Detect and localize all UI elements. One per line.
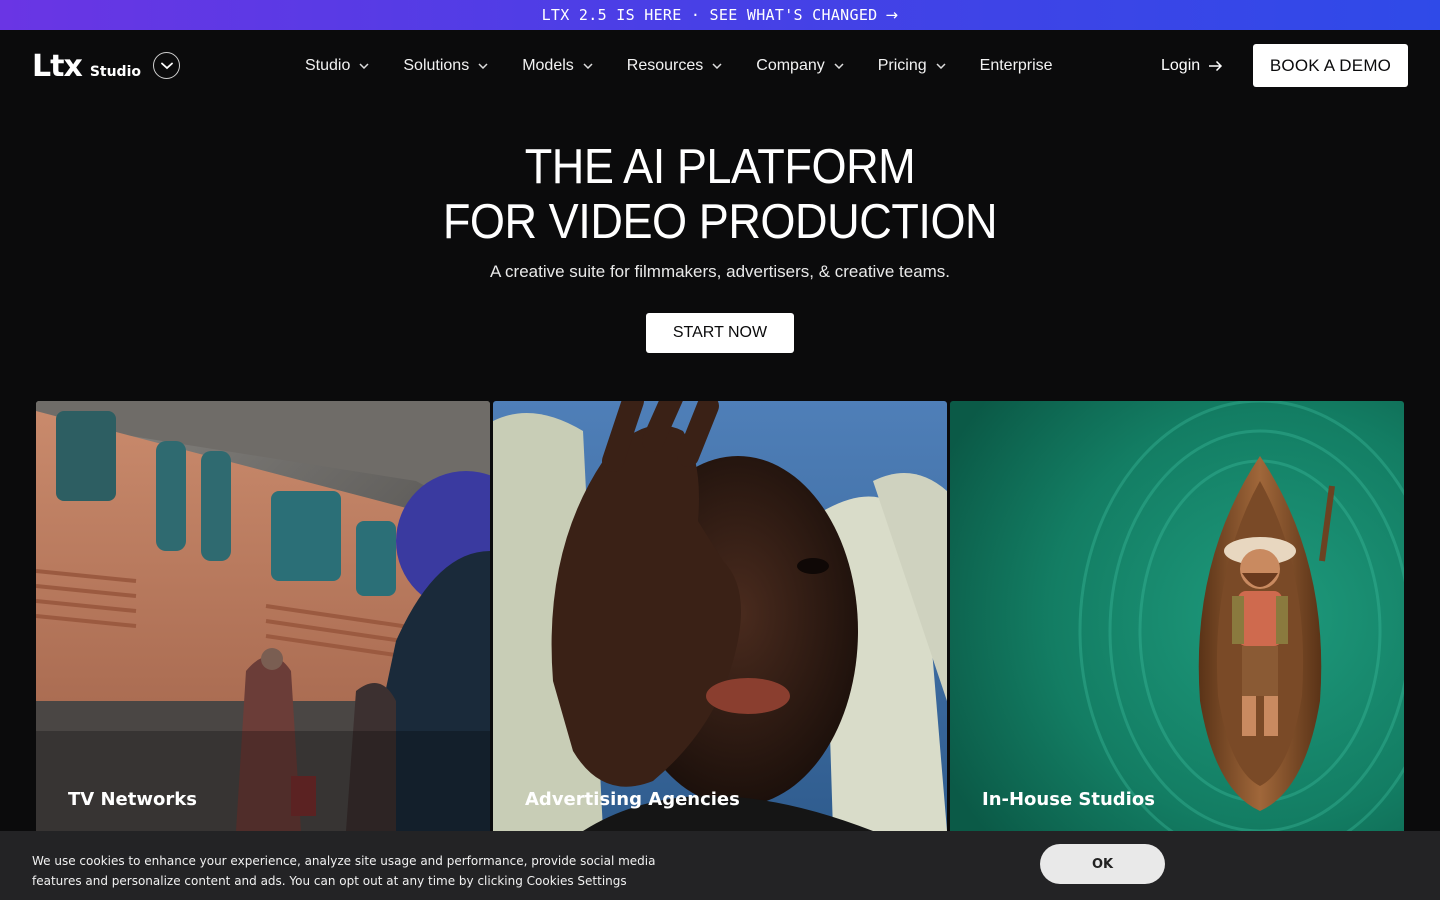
train-station-image (36, 401, 490, 831)
arrow-right-icon: → (885, 6, 899, 24)
arrow-right-icon (1208, 60, 1223, 72)
nav-item-label: Studio (305, 57, 351, 74)
chevron-down-icon (160, 62, 173, 69)
cookie-message: We use cookies to enhance your experienc… (32, 851, 672, 891)
product-switcher-button[interactable] (153, 52, 180, 79)
cookie-banner: We use cookies to enhance your experienc… (0, 831, 1440, 900)
nav-item-label: Company (756, 57, 825, 74)
nav-item-label: Enterprise (979, 57, 1053, 74)
cookie-accept-button[interactable]: OK (1040, 844, 1165, 884)
login-label: Login (1161, 57, 1201, 74)
logo-subtitle: Studio (89, 64, 141, 80)
card-label: In-House Studios (982, 789, 1155, 810)
nav-item-label: Models (522, 57, 574, 74)
nav-item-enterprise[interactable]: Enterprise (980, 57, 1053, 75)
chevron-down-icon (359, 63, 369, 69)
cookie-message-line: features and personalize content and ads… (32, 874, 627, 888)
hero-section: THE AI PLATFORM FOR VIDEO PRODUCTION A c… (0, 140, 1440, 282)
nav-menu: Studio Solutions Models Resources Compan… (305, 30, 1087, 102)
announcement-text: LTX 2.5 IS HERE · SEE WHAT'S CHANGED (541, 6, 878, 24)
chevron-down-icon (834, 63, 844, 69)
card-tv-networks[interactable]: TV Networks (36, 401, 490, 831)
nav-item-solutions[interactable]: Solutions (403, 57, 488, 75)
portrait-image (493, 401, 947, 831)
cookie-message-line: We use cookies to enhance your experienc… (32, 854, 656, 868)
brand-logo[interactable]: Ltx Studio (32, 52, 141, 82)
nav-item-label: Resources (626, 57, 704, 74)
hero-subtitle: A creative suite for filmmakers, adverti… (489, 262, 951, 281)
hero-title-line: THE AI PLATFORM (524, 140, 916, 194)
chevron-down-icon (478, 63, 488, 69)
hero-title: THE AI PLATFORM FOR VIDEO PRODUCTION (58, 140, 1383, 250)
nav-item-resources[interactable]: Resources (627, 57, 722, 75)
logo-mark: Ltx (32, 49, 83, 84)
nav-item-label: Solutions (403, 57, 470, 74)
nav-item-pricing[interactable]: Pricing (878, 57, 946, 75)
card-in-house-studios[interactable]: In-House Studios (950, 401, 1404, 831)
chevron-down-icon (583, 63, 593, 69)
card-label: Advertising Agencies (525, 789, 740, 810)
start-now-button[interactable]: START NOW (646, 313, 794, 353)
nav-item-models[interactable]: Models (522, 57, 593, 75)
book-demo-button[interactable]: BOOK A DEMO (1253, 44, 1408, 87)
main-navigation: Ltx Studio Studio Solutions Models Resou… (0, 30, 1440, 102)
solution-cards: TV Networks Advertising Agencies In-Hous… (36, 401, 1404, 831)
chevron-down-icon (936, 63, 946, 69)
login-link[interactable]: Login (1161, 30, 1223, 102)
chevron-down-icon (712, 63, 722, 69)
card-label: TV Networks (68, 789, 197, 810)
nav-item-label: Pricing (877, 57, 927, 74)
nav-item-studio[interactable]: Studio (305, 57, 369, 75)
announcement-bar[interactable]: LTX 2.5 IS HERE · SEE WHAT'S CHANGED → (0, 0, 1440, 30)
hero-title-line: FOR VIDEO PRODUCTION (442, 195, 998, 249)
nav-item-company[interactable]: Company (756, 57, 844, 75)
card-advertising-agencies[interactable]: Advertising Agencies (493, 401, 947, 831)
rowboat-image (950, 401, 1404, 831)
